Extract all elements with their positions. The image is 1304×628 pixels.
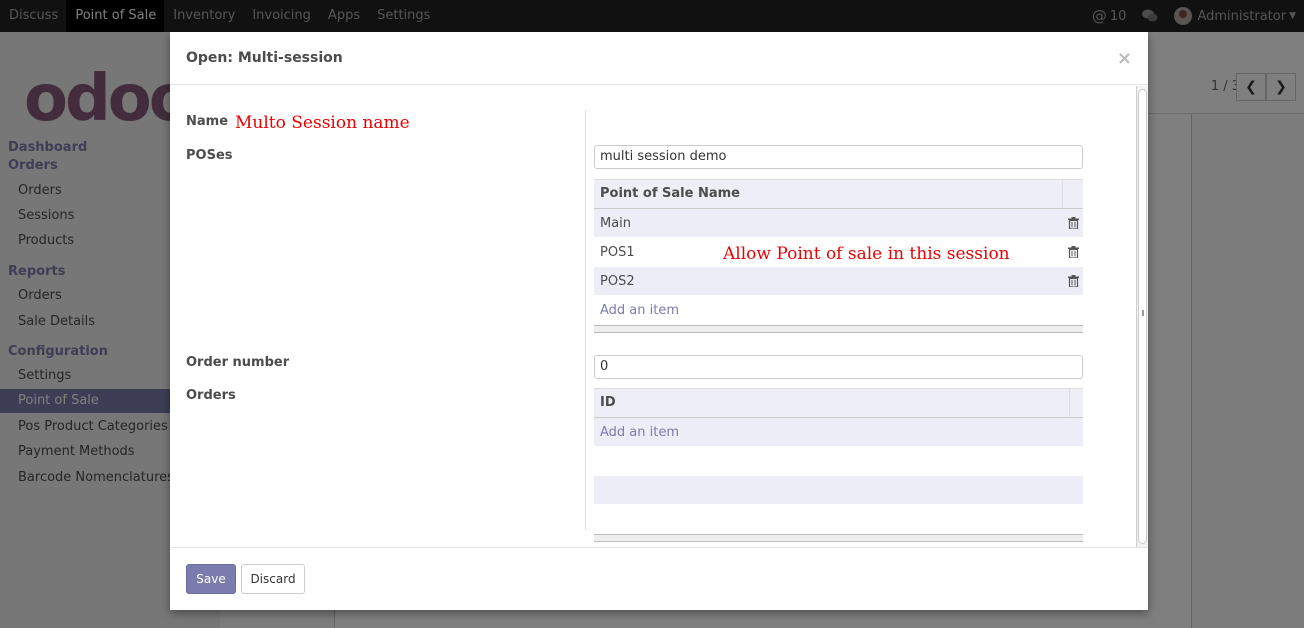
table-row[interactable]: POS2 — [594, 267, 1083, 296]
table-footer — [594, 534, 1083, 542]
column-header-id: ID — [600, 395, 616, 410]
pos-name-cell: POS2 — [600, 274, 635, 289]
trash-icon[interactable] — [1068, 246, 1079, 258]
name-annotation: Multo Session name — [235, 113, 410, 133]
empty-row — [594, 476, 1083, 505]
add-pos-row: Add an item — [594, 296, 1083, 325]
grip-icon — [1142, 310, 1144, 316]
pos-name-cell: POS1 — [600, 245, 635, 260]
poses-label: POSes — [186, 148, 233, 163]
orders-label: Orders — [186, 388, 236, 403]
close-icon[interactable]: × — [1117, 48, 1132, 69]
dialog-header: Open: Multi-session × — [170, 32, 1148, 85]
add-pos-link[interactable]: Add an item — [600, 303, 679, 318]
name-field[interactable]: multi session demo — [594, 145, 1083, 169]
multi-session-dialog: Open: Multi-session × Name Multo Session… — [170, 32, 1148, 610]
column-header-pos-name: Point of Sale Name — [600, 186, 740, 201]
trash-icon[interactable] — [1068, 217, 1079, 229]
column-separator — [1069, 389, 1070, 417]
column-divider — [585, 110, 586, 530]
trash-icon[interactable] — [1068, 275, 1079, 287]
discard-button[interactable]: Discard — [241, 564, 305, 594]
poses-table-header[interactable]: Point of Sale Name — [594, 179, 1083, 209]
dialog-title: Open: Multi-session — [186, 50, 343, 66]
empty-row — [594, 505, 1083, 534]
empty-row — [594, 447, 1083, 476]
pos-name-cell: Main — [600, 216, 632, 231]
dialog-body: Name Multo Session name multi session de… — [170, 86, 1148, 547]
column-separator — [1062, 180, 1063, 208]
dialog-scrollbar[interactable] — [1136, 86, 1148, 547]
order-number-field[interactable]: 0 — [594, 355, 1083, 379]
save-button[interactable]: Save — [186, 564, 236, 594]
add-order-row: Add an item — [594, 418, 1083, 447]
scrollbar-thumb[interactable] — [1138, 89, 1147, 544]
dialog-footer: Save Discard — [170, 547, 1148, 610]
poses-annotation: Allow Point of sale in this session — [723, 244, 1010, 264]
name-label: Name — [186, 114, 229, 129]
table-footer — [594, 325, 1083, 333]
table-row[interactable]: Main — [594, 209, 1083, 238]
order-number-label: Order number — [186, 355, 290, 370]
add-order-link[interactable]: Add an item — [600, 425, 679, 440]
orders-table-header[interactable]: ID — [594, 388, 1083, 418]
orders-table: ID Add an item — [594, 388, 1083, 542]
